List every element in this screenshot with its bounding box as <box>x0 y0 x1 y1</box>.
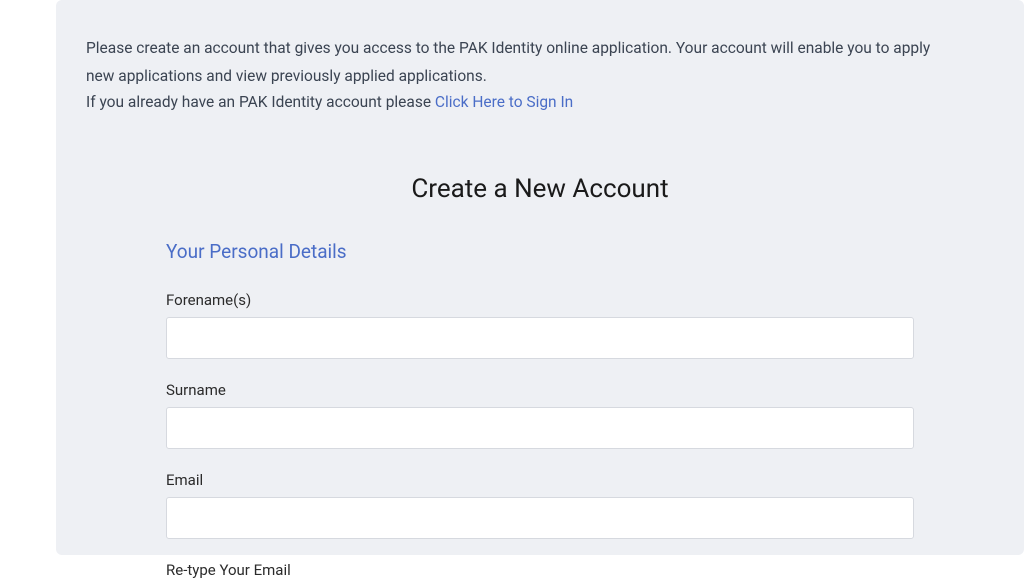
intro-line-3-prefix: If you already have an PAK Identity acco… <box>86 93 435 111</box>
form-group-forename: Forename(s) <box>166 291 914 359</box>
intro-line-2: new applications and view previously app… <box>86 64 994 88</box>
surname-label: Surname <box>166 381 914 399</box>
email-input[interactable] <box>166 497 914 539</box>
section-header-personal-details: Your Personal Details <box>166 240 914 263</box>
intro-line-1: Please create an account that gives you … <box>86 36 994 60</box>
form-group-surname: Surname <box>166 381 914 449</box>
surname-input[interactable] <box>166 407 914 449</box>
form-group-email: Email <box>166 471 914 539</box>
forename-input[interactable] <box>166 317 914 359</box>
form-container: Create a New Account Your Personal Detai… <box>86 174 994 579</box>
retype-email-label: Re-type Your Email <box>166 561 914 579</box>
page-title: Create a New Account <box>166 174 914 204</box>
registration-panel: Please create an account that gives you … <box>56 0 1024 555</box>
signin-link[interactable]: Click Here to Sign In <box>435 93 573 111</box>
form-group-retype-email: Re-type Your Email <box>166 561 914 579</box>
forename-label: Forename(s) <box>166 291 914 309</box>
email-label: Email <box>166 471 914 489</box>
intro-line-3: If you already have an PAK Identity acco… <box>86 90 994 114</box>
